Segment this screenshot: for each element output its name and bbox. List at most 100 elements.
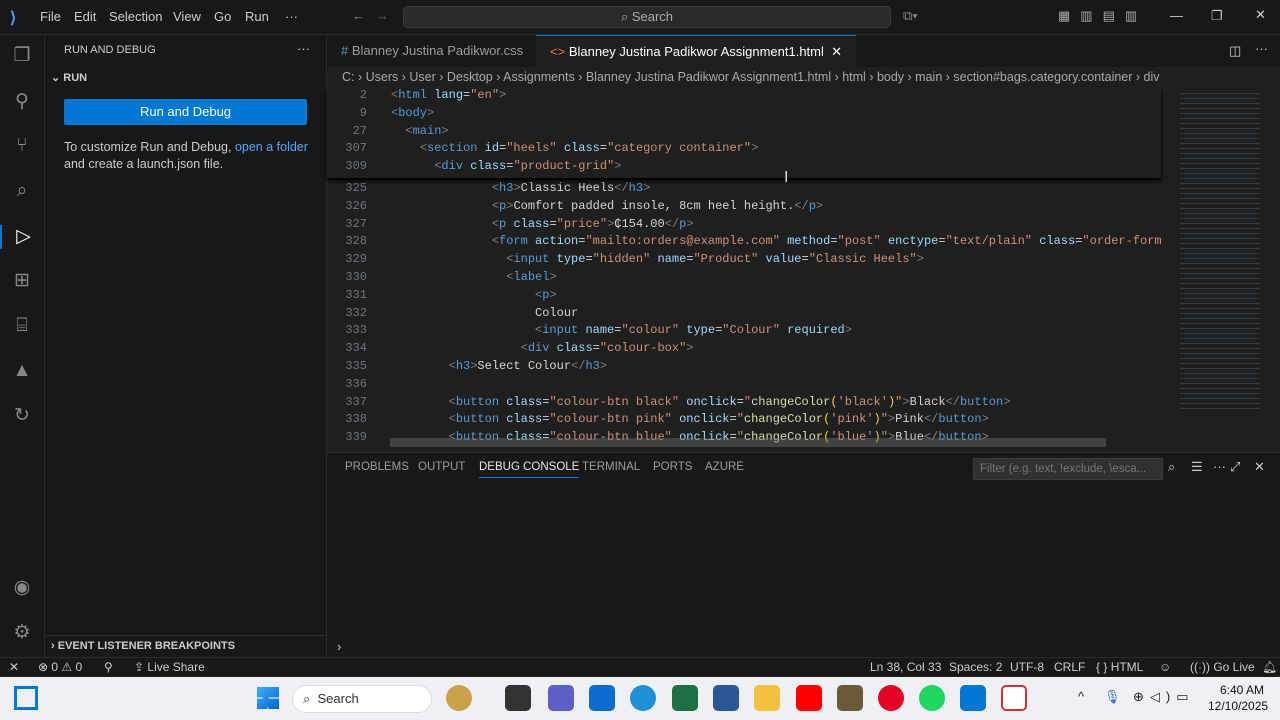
remote-icon[interactable]: ⌸ [10,314,34,338]
system-tray-icons[interactable]: ⊕◁)▭ [1133,689,1195,705]
line-ending[interactable]: CRLF [1054,658,1085,676]
breadcrumb-item[interactable]: Desktop [447,70,493,84]
search-icon[interactable]: ⌕ [10,179,34,203]
pinterest-icon[interactable] [878,685,904,711]
menu-selection[interactable]: Selection [109,9,162,24]
code-line[interactable]: 325 <h3>Classic Heels</h3> [327,180,1161,198]
tab-terminal[interactable]: TERMINAL [582,461,640,473]
minimize-icon[interactable]: — [1170,8,1183,23]
microphone-icon[interactable]: 🎙︎ [1104,689,1121,705]
run-debug-icon[interactable]: ▷ [0,225,45,249]
vscode-taskbar-icon[interactable] [960,685,986,711]
code-line[interactable]: 333 <input name="colour" type="Colour" r… [327,322,1161,340]
forward-arrow-icon[interactable]: → [376,8,389,23]
widget-icon[interactable] [446,685,472,711]
debug-icon[interactable]: ⚲ [104,658,113,676]
breadcrumb-item[interactable]: Users [366,70,399,84]
explorer-icon[interactable]: ❐ [10,44,34,68]
horizontal-scrollbar[interactable] [390,438,1106,447]
run-section-header[interactable]: ⌄ RUN [51,71,87,84]
azure-icon[interactable]: ▲ [10,359,34,383]
task-view-icon[interactable] [505,685,531,711]
tab-html-active[interactable]: <> Blanney Justina Padikwor Assignment1.… [536,35,857,67]
source-control-icon[interactable]: ⑂ [10,134,34,158]
breadcrumb-item[interactable]: main [915,70,942,84]
breadcrumb-item[interactable]: section#bags.category.container [953,70,1132,84]
game-icon[interactable] [837,685,863,711]
edge-icon[interactable] [630,685,656,711]
back-arrow-icon[interactable]: ← [352,8,365,23]
code-line[interactable]: 329 <input type="hidden" name="Product" … [327,251,1161,269]
menu-run[interactable]: Run [245,9,269,24]
breadcrumb-item[interactable]: C: [342,70,355,84]
debug-console-filter-input[interactable] [973,458,1163,480]
code-line[interactable]: 330 <label> [327,269,1161,287]
tab-azure[interactable]: AZURE [705,461,744,473]
code-line[interactable]: 328 <form action = "mailto:orders@example.… [327,233,1161,251]
breadcrumb-item[interactable]: html [842,70,866,84]
close-icon[interactable]: ✕ [1255,7,1266,23]
search-icon[interactable]: ⌕ [1168,459,1175,475]
run-and-debug-button[interactable]: Run and Debug [64,99,307,125]
indentation[interactable]: Spaces: 2 [949,658,1002,676]
code-line[interactable]: 9 <body> [327,105,1161,123]
tab-output[interactable]: OUTPUT [418,461,465,473]
tab-problems[interactable]: PROBLEMS [345,461,409,473]
more-icon[interactable]: ··· [1213,459,1226,474]
code-line[interactable]: 335 <h3>Select Colour</h3> [327,358,1161,376]
encoding[interactable]: UTF-8 [1010,658,1044,676]
breadcrumb-item[interactable]: Assignments [503,70,575,84]
remote-icon[interactable]: ✕ [9,658,19,676]
excel-icon[interactable] [672,685,698,711]
breadcrumb-item[interactable]: Blanney Justina Padikwor Assignment1.htm… [586,70,831,84]
breadcrumb-item[interactable]: body [877,70,904,84]
language-mode[interactable]: { } HTML [1096,658,1143,676]
close-tab-icon[interactable]: ✕ [828,44,842,59]
code-line[interactable]: 331 <p> [327,287,1161,305]
breadcrumb-item[interactable]: User [409,70,435,84]
open-folder-link[interactable]: open a folder [235,140,308,154]
teams-icon[interactable] [548,685,574,711]
code-line[interactable]: 27 <main> [327,123,1161,141]
word-icon[interactable] [713,685,739,711]
menu-view[interactable]: View [173,9,201,24]
taskbar-search[interactable]: ⌕ Search [292,685,432,713]
show-hidden-icons[interactable]: ^ [1078,689,1084,704]
tab-css[interactable]: # Blanney Justina Padikwor.css [327,35,539,67]
event-listener-breakpoints-header[interactable]: › EVENT LISTENER BREAKPOINTS [45,635,326,656]
code-line[interactable]: 307 <section id="heels" class="category … [327,140,1161,158]
split-editor-icon[interactable]: ◫ [1229,43,1241,59]
debug-icon[interactable]: ⚲ [10,90,34,114]
more-actions-icon[interactable]: ··· [1255,41,1268,56]
spotify-icon[interactable] [919,685,945,711]
layout-icons[interactable]: ▦▥▤▥ [1058,8,1147,24]
go-live-button[interactable]: ((·)) Go Live [1190,658,1255,676]
account-icon[interactable]: ◉ [10,576,34,600]
tab-ports[interactable]: PORTS [653,461,692,473]
store-icon[interactable] [589,685,615,711]
minimap[interactable] [1170,87,1270,447]
live-share-icon[interactable]: ↻ [10,404,34,428]
code-line[interactable]: 334 <div class="colour-box"> [327,340,1161,358]
more-actions-icon[interactable]: ··· [297,41,310,56]
clock[interactable]: 6:40 AM 12/10/2025 [1208,682,1268,714]
snipping-tool-icon[interactable] [1001,685,1027,711]
menu-go[interactable]: Go [214,9,231,24]
code-line[interactable]: 309 <div class="product-grid"> [327,158,1161,176]
code-line[interactable]: 336 [327,376,1161,394]
settings-gear-icon[interactable]: ⚙ [10,621,34,645]
code-line[interactable]: 326 < p> Comfort padded insole, 8cm heel h… [327,198,1161,216]
copilot-icon[interactable]: ⧉▾ [903,8,918,24]
notifications-icon[interactable]: 🔔︎ [1262,658,1277,676]
maximize-icon[interactable]: ❐ [1211,8,1223,24]
close-panel-icon[interactable]: ✕ [1254,459,1265,475]
extensions-icon[interactable]: ⊞ [10,269,34,293]
youtube-icon[interactable] [796,685,822,711]
live-share-button[interactable]: ⇪ Live Share [134,658,205,676]
problems-status[interactable]: ⊗ 0 ⚠ 0 [38,658,82,676]
copilot-icon[interactable]: ☺ [1159,658,1171,676]
command-search[interactable]: ⌕ Search [403,6,891,28]
start-icon[interactable] [257,687,279,709]
desktop-widget-icon[interactable] [14,686,38,710]
tab-debug-console[interactable]: DEBUG CONSOLE [479,461,580,478]
